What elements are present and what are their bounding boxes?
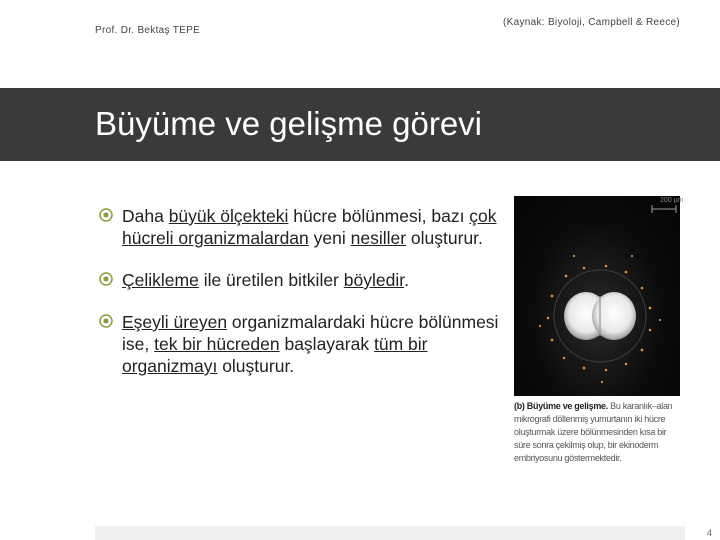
bullet-text: hücre bölünmesi, bazı [288, 206, 470, 226]
author-header: Prof. Dr. Bektaş TEPE [95, 25, 201, 36]
page-number: 4 [706, 528, 712, 538]
caption-title: (b) Büyüme ve gelişme. [514, 401, 608, 411]
bullet-underlined-text: nesiller [350, 228, 407, 248]
micrograph-image [514, 196, 680, 396]
figure-caption: (b) Büyüme ve gelişme. Bu karanlık–alan … [514, 400, 680, 465]
bullet-underlined-text: böyledir [343, 270, 405, 290]
slide-title: Büyüme ve gelişme görevi [95, 105, 483, 142]
bullet-text: Daha [122, 206, 169, 226]
scale-label: 200 μm [660, 197, 684, 204]
source-header: (Kaynak: Biyoloji, Campbell & Reece) [503, 17, 680, 28]
bullet-item: Daha büyük ölçekteki hücre bölünmesi, ba… [98, 205, 518, 249]
bullet-underlined-text: Eşeyli üreyen [122, 312, 228, 332]
bullet-underlined-text: Çelikleme [122, 270, 199, 290]
figure-panel: (b) Büyüme ve gelişme. Bu karanlık–alan … [514, 196, 680, 488]
bullet-marker-icon [99, 272, 113, 286]
bullet-marker-icon [99, 208, 113, 222]
bullet-underlined-text: tek bir hücreden [154, 334, 280, 354]
bullet-list: Daha büyük ölçekteki hücre bölünmesi, ba… [98, 205, 518, 397]
bullet-underlined-text: büyük ölçekteki [168, 206, 289, 226]
bullet-text: yeni [308, 228, 351, 248]
bullet-text: başlayarak [279, 334, 374, 354]
bullet-item: Eşeyli üreyen organizmalardaki hücre böl… [98, 311, 518, 377]
embryo-illustration [538, 254, 662, 384]
footer-bar [95, 526, 685, 540]
bullet-marker-icon [99, 314, 113, 328]
bullet-item: Çelikleme ile üretilen bitkiler böyledir… [98, 269, 518, 291]
bullet-text: ile üretilen bitkiler [198, 270, 344, 290]
title-bar: Büyüme ve gelişme görevi [0, 88, 720, 161]
bullet-text: oluşturur. [406, 228, 483, 248]
bullet-text: . [404, 270, 409, 290]
bullet-text: oluşturur. [217, 356, 295, 376]
